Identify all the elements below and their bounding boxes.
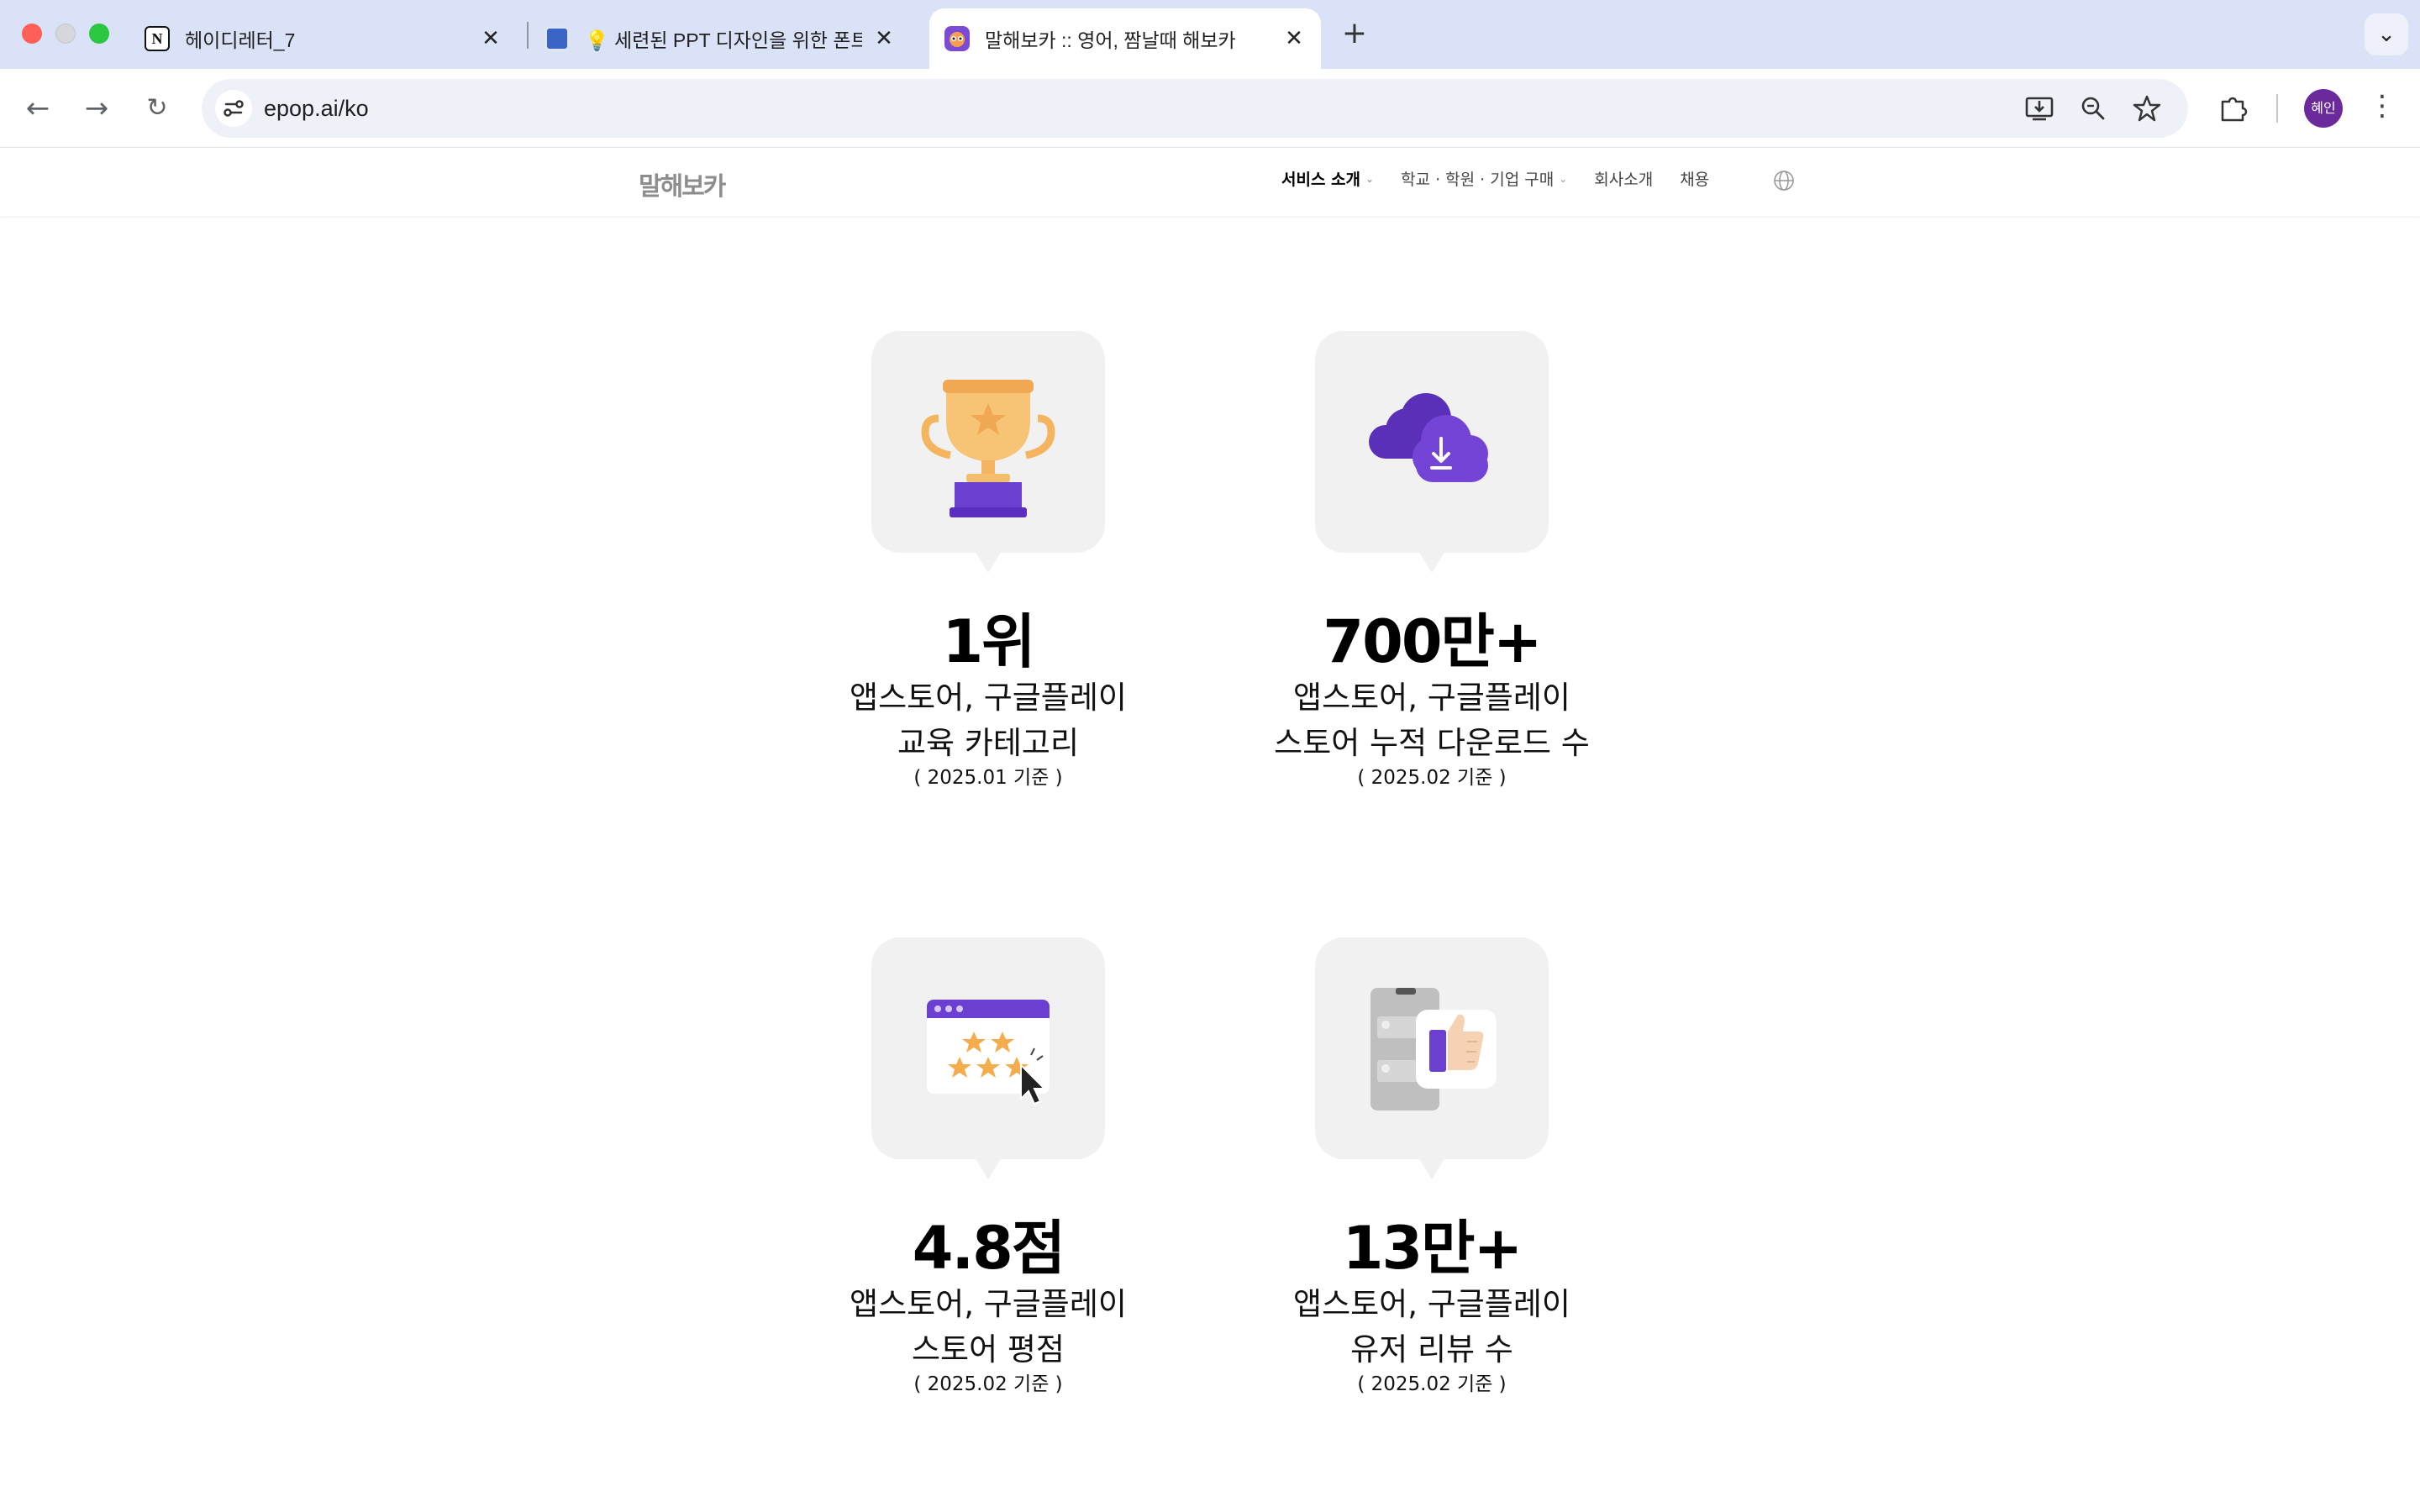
browser-menu-icon[interactable]: ⋮: [2368, 89, 2396, 128]
tab-title: 헤이디레터_7: [185, 29, 296, 51]
stat-card-downloads: 700만+ 앱스토어, 구글플레이 스토어 누적 다운로드 수 ( 2025.0…: [1197, 331, 1667, 801]
notion-icon: N: [145, 26, 170, 51]
profile-avatar[interactable]: 혜인: [2304, 89, 2343, 128]
nav-item-service[interactable]: 서비스 소개 ⌄: [1281, 167, 1374, 190]
stat-label-line1: 앱스토어, 구글플레이: [1293, 680, 1570, 716]
stat-label-line1: 앱스토어, 구글플레이: [850, 680, 1127, 716]
stat-card-rating: 4.8점 앱스토어, 구글플레이 스토어 평점 ( 2025.02 기준 ): [753, 937, 1223, 1408]
forward-icon[interactable]: →: [77, 89, 116, 128]
trophy-icon: [871, 331, 1105, 573]
page-favicon: [544, 26, 570, 51]
site-logo[interactable]: 말해보카: [639, 165, 726, 202]
browser-tab-1[interactable]: N 헤이디레터_7 ✕: [141, 8, 518, 69]
chevron-down-icon: ⌄: [1559, 172, 1568, 185]
tab-close-icon[interactable]: ✕: [872, 27, 896, 50]
browser-toolbar: ← → ↻ epop.ai/ko 혜인 ⋮: [0, 69, 2420, 148]
chevron-down-icon: ⌄: [1365, 172, 1375, 185]
new-tab-button[interactable]: +: [1338, 17, 1371, 50]
site-info-icon[interactable]: [215, 90, 252, 127]
address-bar[interactable]: epop.ai/ko: [202, 79, 2188, 138]
cloud-download-icon: [1315, 331, 1549, 573]
zoom-icon[interactable]: [2074, 89, 2112, 128]
stat-label-line2: 스토어 누적 다운로드 수: [1274, 725, 1590, 761]
window-minimize-button[interactable]: [55, 24, 76, 44]
stat-label-line1: 앱스토어, 구글플레이: [850, 1286, 1127, 1322]
stat-date: ( 2025.02 기준 ): [1357, 1373, 1507, 1395]
nav-item-purchase[interactable]: 학교 · 학원 · 기업 구매 ⌄: [1401, 167, 1567, 190]
back-icon[interactable]: ←: [18, 89, 57, 128]
tab-title: 말해보카 :: 영어, 짬날때 해보카: [985, 29, 1236, 51]
nav-item-careers[interactable]: 채용: [1680, 167, 1709, 190]
stat-card-reviews: 13만+ 앱스토어, 구글플레이 유저 리뷰 수 ( 2025.02 기준 ): [1197, 937, 1667, 1408]
browser-tab-2[interactable]: 💡 세련된 PPT 디자인을 위한 폰트 ✕: [541, 8, 911, 69]
nav-label: 학교 · 학원 · 기업 구매: [1401, 171, 1555, 189]
browser-tab-3-active[interactable]: 말해보카 :: 영어, 짬날때 해보카 ✕: [929, 8, 1321, 69]
language-globe-icon[interactable]: [1772, 169, 1796, 192]
tab-close-icon[interactable]: ✕: [1282, 27, 1306, 50]
stat-label-line2: 교육 카테고리: [897, 725, 1079, 761]
url-text[interactable]: epop.ai/ko: [264, 96, 369, 122]
bookmark-star-icon[interactable]: [2128, 89, 2166, 128]
window-zoom-button[interactable]: [89, 24, 109, 44]
nav-label: 회사소개: [1594, 171, 1654, 189]
install-app-icon[interactable]: [2020, 89, 2059, 128]
stat-label-line2: 유저 리뷰 수: [1350, 1331, 1513, 1368]
tab-close-icon[interactable]: ✕: [479, 27, 502, 50]
stat-value: 700만+: [1323, 607, 1542, 676]
toolbar-divider: [2276, 94, 2278, 123]
epop-favicon: [944, 26, 970, 51]
stat-date: ( 2025.01 기준 ): [913, 767, 1063, 789]
stat-card-ranking: 1위 앱스토어, 구글플레이 교육 카테고리 ( 2025.01 기준 ): [753, 331, 1223, 801]
nav-label: 채용: [1680, 171, 1710, 189]
stat-date: ( 2025.02 기준 ): [913, 1373, 1063, 1395]
browser-tab-strip: N 헤이디레터_7 ✕ 💡 세련된 PPT 디자인을 위한 폰트 ✕ 말해보카 …: [0, 0, 2420, 69]
reload-icon[interactable]: ↻: [138, 89, 176, 128]
stat-value: 4.8점: [912, 1214, 1065, 1283]
star-rating-icon: [871, 937, 1105, 1179]
site-header: 말해보카 서비스 소개 ⌄ 학교 · 학원 · 기업 구매 ⌄ 회사소개 채용: [0, 149, 2420, 216]
site-nav: 서비스 소개 ⌄ 학교 · 학원 · 기업 구매 ⌄ 회사소개 채용: [1281, 167, 1736, 190]
phone-thumbs-up-icon: [1315, 937, 1549, 1179]
stat-label-line1: 앱스토어, 구글플레이: [1293, 1286, 1570, 1322]
tab-separator: [527, 22, 529, 49]
tab-title: 💡 세련된 PPT 디자인을 위한 폰트: [585, 29, 862, 51]
stat-value: 13만+: [1342, 1214, 1523, 1283]
stat-date: ( 2025.02 기준 ): [1357, 767, 1507, 789]
window-close-button[interactable]: [22, 24, 42, 44]
tab-search-button[interactable]: ⌄: [2365, 13, 2408, 55]
stat-value: 1위: [942, 607, 1035, 676]
nav-item-company[interactable]: 회사소개: [1594, 167, 1653, 190]
nav-label: 서비스 소개: [1281, 171, 1361, 189]
extensions-icon[interactable]: [2213, 89, 2252, 128]
stat-label-line2: 스토어 평점: [912, 1331, 1065, 1368]
